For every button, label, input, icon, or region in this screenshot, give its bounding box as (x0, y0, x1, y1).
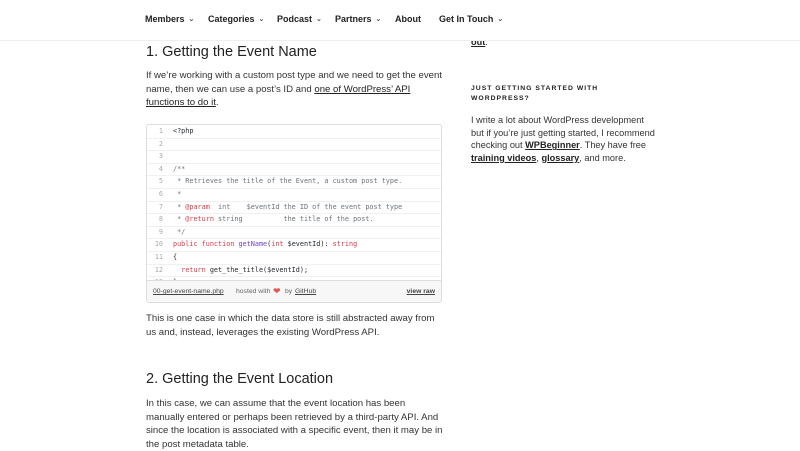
hosted-with-text: hosted with (236, 288, 271, 295)
chevron-down-icon: ⌄ (497, 16, 504, 23)
view-raw-link[interactable]: view raw (407, 288, 435, 295)
nav-item-categories[interactable]: Categories ⌄ (208, 14, 264, 24)
nav-item-podcast[interactable]: Podcast ⌄ (277, 14, 322, 24)
code-line: 4 /** (147, 163, 441, 176)
code-text: * @return string the title of the post. (173, 215, 374, 224)
after-gist-paragraph: This is one case in which the data store… (146, 313, 435, 338)
nav-item-about[interactable]: About (395, 14, 421, 24)
glossary-link[interactable]: glossary (541, 153, 579, 163)
gist-embed: 1 <?php 2 3 4 /** 5 * Retrieves the title of t… (146, 124, 442, 303)
nav-item-get-in-touch[interactable]: Get In Touch ⌄ (439, 14, 503, 24)
sidebar-text-b: . They have free (579, 140, 646, 151)
gist-meta-bar: 00-get-event-name.php hosted with ❤ by G… (147, 280, 441, 302)
section-heading-event-location: 2. Getting the Event Location (146, 371, 334, 387)
nav-item-label: Categories (208, 14, 255, 24)
top-navigation: Members ⌄ Categories ⌄ Podcast ⌄ Partners ⌄ … (0, 0, 800, 41)
github-link[interactable]: GitHub (295, 288, 316, 295)
code-line: 12 return get_the_title($eventId); (147, 264, 441, 277)
chevron-down-icon: ⌄ (316, 16, 322, 23)
code-text: /** (173, 164, 186, 173)
section-heading-event-name: 1. Getting the Event Name (146, 44, 317, 60)
line-number: 4 (158, 164, 163, 173)
code-text: <?php (173, 127, 194, 135)
chevron-down-icon: ⌄ (258, 16, 265, 23)
code-line: 8 * @return string the title of the post… (147, 213, 441, 226)
gist-filename-link[interactable]: 00-get-event-name.php (153, 288, 224, 295)
code-text: public function getName(int $eventId): s… (173, 240, 358, 249)
intro-end: . (215, 97, 219, 108)
line-number: 6 (158, 190, 163, 198)
line-number: 10 (154, 240, 163, 249)
line-number: 1 (158, 127, 163, 135)
wpbeginner-link[interactable]: WPBeginner (525, 140, 580, 150)
nav-item-label: Podcast (277, 14, 313, 24)
code-text: * Retrieves the title of the Event, a cu… (173, 177, 403, 186)
code-line: 9 */ (147, 226, 441, 239)
code-line: 6 * (147, 188, 441, 201)
code-line: 11 { (147, 251, 441, 264)
code-line: 1 <?php (147, 125, 441, 138)
sidebar-widget-text: I write a lot about WordPress developmen… (471, 114, 657, 164)
code-line: 5 * Retrieves the title of the Event, a … (147, 175, 441, 188)
code-line: 10 public function getName(int $eventId):… (147, 238, 441, 251)
nav-item-partners[interactable]: Partners ⌄ (335, 14, 381, 24)
code-text: * @param int $eventId the ID of the even… (173, 202, 403, 211)
line-number: 12 (154, 265, 163, 274)
code-text: { (173, 253, 178, 261)
sidebar-text-d: , and more. (579, 152, 626, 163)
line-number: 7 (158, 202, 163, 211)
by-text: by (285, 288, 293, 295)
line-number: 11 (154, 253, 163, 261)
code-line: 2 (147, 138, 441, 151)
code-line: 3 (147, 150, 441, 163)
line-number: 3 (158, 152, 163, 161)
chevron-down-icon: ⌄ (188, 16, 195, 23)
nav-item-label: About (395, 14, 421, 24)
chevron-down-icon: ⌄ (375, 16, 382, 23)
nav-item-label: Members (145, 14, 185, 24)
nav-item-label: Partners (335, 14, 372, 24)
line-number: 2 (158, 139, 163, 148)
line-number: 8 (158, 215, 163, 224)
widget-title: Just getting started with WordPress? (471, 85, 599, 102)
code-line: 7 * @param int $eventId the ID of the ev… (147, 201, 441, 214)
heart-icon: ❤ (273, 286, 281, 296)
line-number: 5 (158, 177, 163, 186)
nav-item-members[interactable]: Members ⌄ (145, 14, 194, 24)
gist-code: 1 <?php 2 3 4 /** 5 * Retrieves the title of t… (147, 125, 441, 286)
code-text: * (173, 190, 182, 198)
training-videos-link[interactable]: training videos (471, 153, 536, 163)
code-text: return get_the_title($eventId); (181, 265, 309, 274)
line-number: 9 (158, 227, 163, 236)
section-intro-paragraph: If we’re working with a custom post type… (146, 69, 444, 110)
code-text: */ (173, 227, 186, 236)
nav-item-label: Get In Touch (439, 14, 494, 24)
